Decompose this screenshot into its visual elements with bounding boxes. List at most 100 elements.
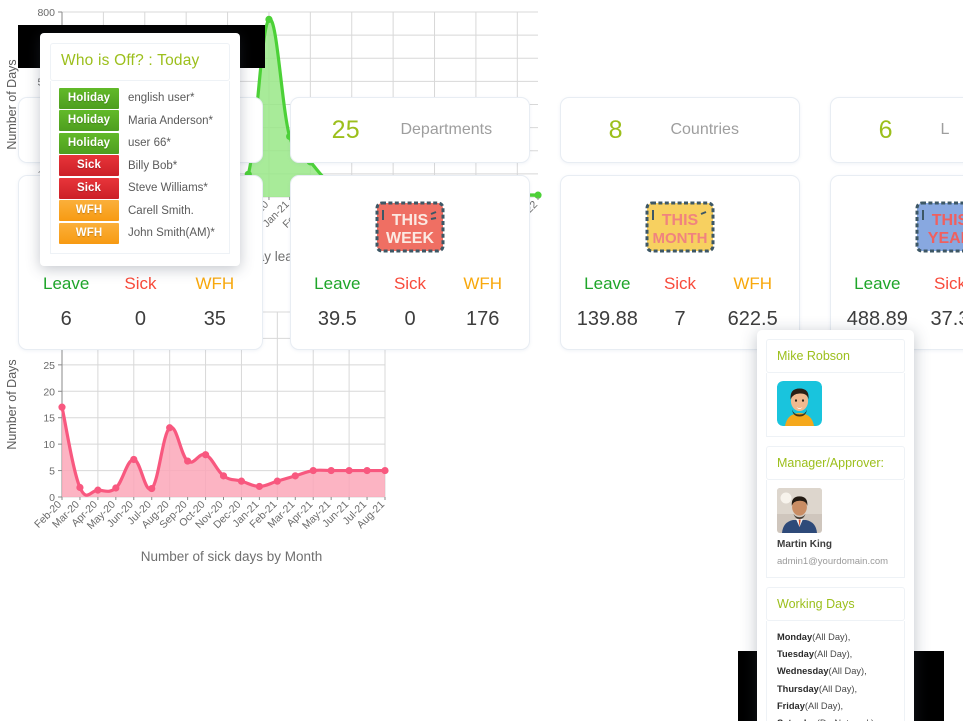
sick-header: Sick [663,274,697,293]
count-value: 8 [608,115,623,144]
wfh-value: 35 [203,308,226,330]
badge-line-1: THIS [932,212,963,229]
profile-name-header: Mike Robson [766,339,905,373]
wfh-header: WFH [733,274,773,293]
stat-card-this-month[interactable]: THIS MONTH Leave Sick WFH 139.88 7 622.5 [560,175,800,350]
sick-header: Sick [933,274,963,293]
manager-name: Martin King [777,539,832,550]
profile-popup[interactable]: Mike Robson Manager/Approver: Martin Kin… [757,330,914,721]
who-is-off-row[interactable]: Holiday Maria Anderson* [59,110,221,133]
count-card-departments[interactable]: 25 Departments [290,97,530,163]
manager-header-label: Manager/Approver: [777,456,885,470]
badge-svg: THIS MONTH [645,201,715,253]
stat-headers: Leave Sick WFH [29,274,252,294]
stat-values: 6 0 35 [29,308,252,331]
manager-body: Martin King admin1@yourdomain.com [766,480,905,578]
sick-value: 0 [404,308,416,330]
leave-header: Leave [43,274,90,293]
y-axis-label: Number of Days [5,359,19,449]
leave-type-tag: WFH [59,222,119,244]
leave-type-tag: Holiday [59,87,119,109]
stat-values: 39.5 0 176 [301,308,519,331]
y-axis-tick: 25 [43,360,55,372]
employee-name: Maria Anderson* [128,114,214,127]
who-is-off-row[interactable]: Holiday user 66* [59,132,221,155]
avatar [777,381,822,426]
employee-name: Steve Williams* [128,182,208,195]
employee-name: Billy Bob* [128,159,178,172]
badge-svg: THIS WEEK [375,201,445,253]
leave-type-tag: Sick [59,177,119,199]
y-axis-tick: 20 [43,386,55,398]
leave-type-tag: Holiday [59,110,119,132]
badge-line-2: YEAR [928,230,963,247]
leave-value: 6 [60,308,72,330]
leave-type-tag: WFH [59,200,119,222]
this-week-badge-icon: THIS WEEK [301,188,519,266]
count-label: Countries [670,121,739,138]
who-is-off-header: Who is Off? : Today [50,43,230,81]
stat-headers: Leave Sick WFH [841,274,963,294]
who-is-off-row[interactable]: Sick Billy Bob* [59,155,221,178]
wfh-header: WFH [195,274,235,293]
sick-value: 0 [134,308,147,330]
badge-svg: THIS YEAR [915,201,963,253]
leave-header: Leave [314,274,361,293]
employee-name: Carell Smith. [128,204,194,217]
who-is-off-popup[interactable]: Who is Off? : Today Holiday english user*… [40,33,240,266]
sick-header: Sick [393,274,427,293]
leave-value: 139.88 [576,308,638,330]
who-is-off-row[interactable]: Sick Steve Williams* [59,177,221,200]
this-year-badge-icon: THIS YEAR [841,188,963,266]
stat-headers: Leave Sick WFH [301,274,519,294]
wfh-header: WFH [463,274,503,293]
wfh-value: 622.5 [727,308,778,330]
working-days-body: Monday(All Day), Tuesday(All Day), Wedne… [766,621,905,721]
y-axis-tick: 10 [43,439,55,451]
who-is-off-title: Who is Off? : Today [61,52,200,69]
sick-days-chart-caption: Number of sick days by Month [140,549,323,564]
who-is-off-row[interactable]: Holiday english user* [59,87,221,110]
leave-value: 488.89 [846,308,908,330]
who-is-off-row[interactable]: WFH John Smith(AM)* [59,222,221,245]
leave-type-tag: Holiday [59,132,119,154]
leave-value: 39.5 [317,308,357,330]
stat-card-this-week[interactable]: THIS WEEK Leave Sick WFH 39.5 0 176 [290,175,530,350]
badge-line-2: MONTH [653,230,708,247]
this-month-badge-icon: THIS MONTH [571,188,789,266]
count-label: Departments [400,121,493,138]
working-days-text: Monday(All Day), Tuesday(All Day), Wedne… [777,632,877,721]
wfh-value: 176 [465,308,500,330]
who-is-off-list: Holiday english user* Holiday Maria Anderso… [50,81,230,254]
profile-name: Mike Robson [777,349,850,363]
y-axis-tick: 5 [49,466,55,478]
dashboard-root: 25 Departments 8 Countries 6 L Leave Sic… [0,0,963,721]
count-value: 6 [878,115,893,144]
stat-headers: Leave Sick WFH [571,274,789,294]
count-card-countries[interactable]: 8 Countries [560,97,800,163]
count-value: 25 [331,115,360,144]
working-days-header: Working Days [766,587,905,621]
stat-card-this-year[interactable]: THIS YEAR Leave Sick WFH 488.89 37.3 [830,175,963,350]
sick-value: 7 [674,308,686,330]
employee-name: english user* [128,92,195,105]
manager-avatar [777,488,822,533]
stat-values: 488.89 37.3 [841,308,963,331]
who-is-off-row[interactable]: WFH Carell Smith. [59,200,221,223]
working-days-label: Working Days [777,597,855,611]
profile-avatar-body [766,373,905,437]
count-card-locations[interactable]: 6 L [830,97,963,163]
employee-name: user 66* [128,137,171,150]
y-axis-label: Number of Days [5,59,19,149]
badge-line-1: THIS [662,212,699,229]
leave-header: Leave [854,274,901,293]
stat-values: 139.88 7 622.5 [571,308,789,331]
badge-line-2: WEEK [386,230,434,247]
leave-type-tag: Sick [59,155,119,177]
sick-value: 37.3 [930,308,963,330]
employee-name: John Smith(AM)* [128,227,215,240]
leave-header: Leave [584,274,631,293]
sick-header: Sick [124,274,157,293]
manager-email: admin1@yourdomain.com [777,556,889,567]
manager-header: Manager/Approver: [766,446,905,480]
